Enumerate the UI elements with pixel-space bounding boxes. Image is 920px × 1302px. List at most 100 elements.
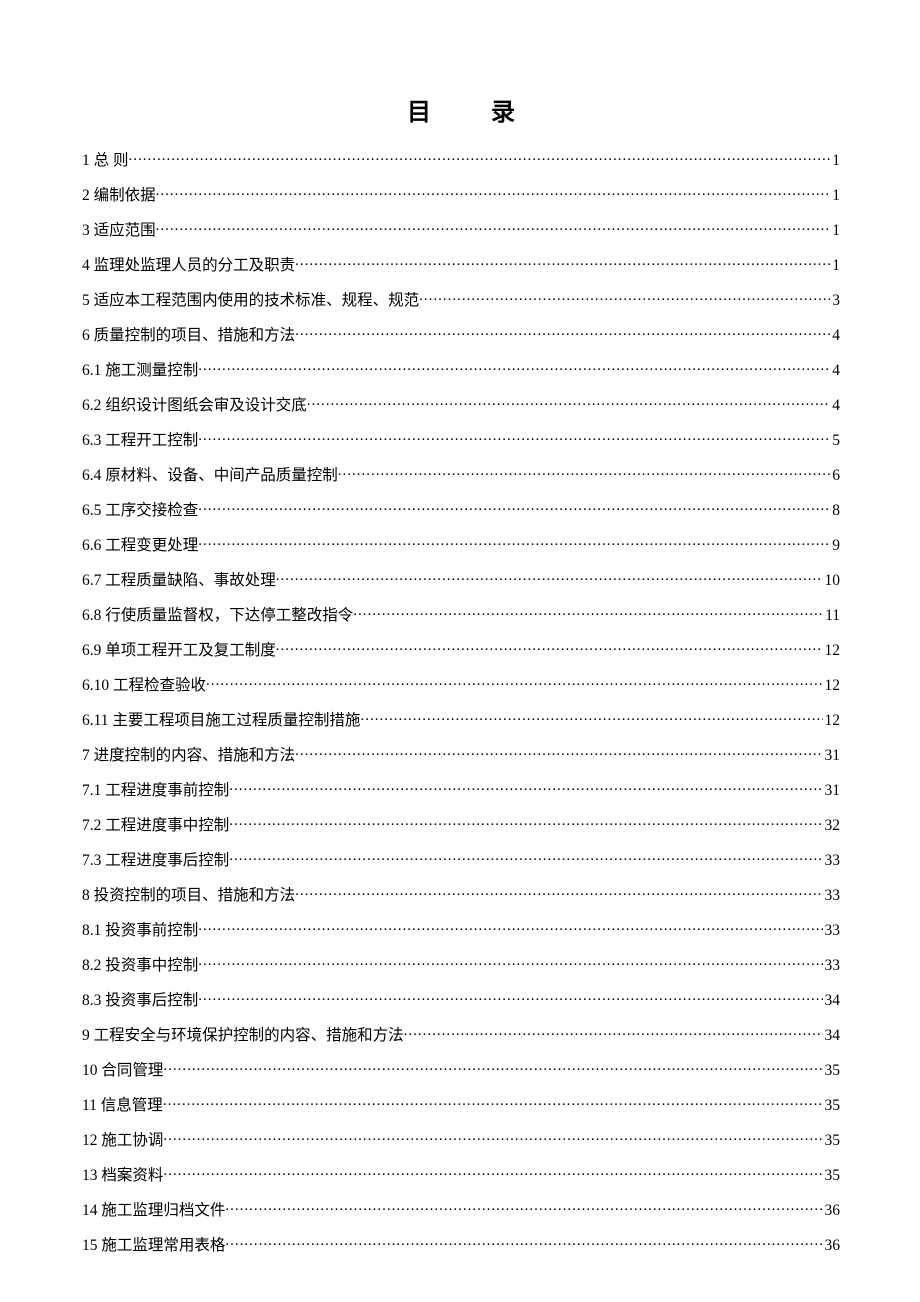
- toc-entry-page: 10: [823, 573, 841, 589]
- toc-entry: 9 工程安全与环境保护控制的内容、措施和方法34: [82, 1024, 840, 1043]
- toc-entry-label: 6.4 原材料、设备、中间产品质量控制: [82, 468, 338, 484]
- toc-dots: [163, 1094, 823, 1110]
- toc-entry-page: 35: [823, 1168, 841, 1184]
- toc-dots: [198, 954, 822, 970]
- toc-entry: 6.9 单项工程开工及复工制度 12: [82, 639, 840, 658]
- toc-entry: 6 质量控制的项目、措施和方法4: [82, 324, 840, 343]
- toc-entry-page: 33: [823, 888, 841, 904]
- toc-entry-label: 2 编制依据: [82, 188, 156, 204]
- toc-entry: 8 投资控制的项目、措施和方法 33: [82, 884, 840, 903]
- toc-entry: 6.5 工序交接检查 8: [82, 499, 840, 518]
- toc-entry-page: 1: [830, 188, 840, 204]
- toc-dots: [295, 884, 822, 900]
- toc-entry-page: 4: [830, 363, 840, 379]
- toc-dots: [360, 709, 822, 725]
- toc-entry: 6.1 施工测量控制 4: [82, 359, 840, 378]
- toc-entry: 6.7 工程质量缺陷、事故处理 10: [82, 569, 840, 588]
- toc-entry: 8.2 投资事中控制 33: [82, 954, 840, 973]
- document-page: 目录 1 总 则1 2 编制依据1 3 适应范围1 4 监理处监理人员的分工及职…: [0, 0, 920, 1253]
- toc-entry-label: 6.5 工序交接检查: [82, 503, 198, 519]
- toc-entry-label: 7.1 工程进度事前控制: [82, 783, 229, 799]
- toc-entry: 14 施工监理归档文件36: [82, 1199, 840, 1218]
- toc-entry-label: 15 施工监理常用表格: [82, 1238, 225, 1254]
- toc-entry-page: 32: [823, 818, 841, 834]
- toc-entry: 6.8 行使质量监督权，下达停工整改指令 11: [82, 604, 840, 623]
- toc-entry-page: 11: [823, 608, 840, 624]
- toc-entry-label: 6.7 工程质量缺陷、事故处理: [82, 573, 276, 589]
- toc-dots: [404, 1024, 823, 1040]
- toc-entry: 1 总 则1: [82, 149, 840, 168]
- toc-entry: 6.10 工程检查验收12: [82, 674, 840, 693]
- toc-dots: [229, 814, 822, 830]
- toc-entry-label: 14 施工监理归档文件: [82, 1203, 225, 1219]
- toc-entry-label: 11 信息管理: [82, 1098, 163, 1114]
- toc-entry-label: 13 档案资料: [82, 1168, 163, 1184]
- toc-dots: [156, 219, 831, 235]
- toc-entry: 2 编制依据 1: [82, 184, 840, 203]
- toc-entry-label: 8.1 投资事前控制: [82, 923, 198, 939]
- toc-entry-label: 7.2 工程进度事中控制: [82, 818, 229, 834]
- toc-dots: [163, 1059, 822, 1075]
- toc-entry: 6.4 原材料、设备、中间产品质量控制6: [82, 464, 840, 483]
- toc-entry: 5 适应本工程范围内使用的技术标准、规程、规范3: [82, 289, 840, 308]
- toc-entry-page: 8: [830, 503, 840, 519]
- toc-entry-page: 4: [830, 398, 840, 414]
- toc-entry: 3 适应范围1: [82, 219, 840, 238]
- toc-entry-label: 6 质量控制的项目、措施和方法: [82, 328, 295, 344]
- toc-dots: [276, 569, 823, 585]
- toc-title: 目录: [82, 92, 840, 127]
- toc-entry-page: 35: [823, 1133, 841, 1149]
- toc-entry: 7 进度控制的内容、措施和方法 31: [82, 744, 840, 763]
- toc-entry-page: 31: [823, 783, 841, 799]
- toc-entry-label: 7.3 工程进度事后控制: [82, 853, 229, 869]
- toc-dots: [198, 429, 830, 445]
- toc-dots: [198, 359, 830, 375]
- toc-dots: [307, 394, 830, 410]
- toc-entry: 6.11 主要工程项目施工过程质量控制措施12: [82, 709, 840, 728]
- toc-dots: [156, 184, 831, 200]
- toc-entry-label: 6.9 单项工程开工及复工制度: [82, 643, 276, 659]
- toc-entry: 6.6 工程变更处理9: [82, 534, 840, 553]
- toc-dots: [229, 849, 822, 865]
- toc-entry-page: 34: [823, 993, 841, 1009]
- toc-entry-label: 4 监理处监理人员的分工及职责: [82, 258, 295, 274]
- toc-entry: 7.2 工程进度事中控制 32: [82, 814, 840, 833]
- toc-entry-label: 3 适应范围: [82, 223, 156, 239]
- toc-entry: 6.3 工程开工控制 5: [82, 429, 840, 448]
- toc-dots: [206, 674, 822, 690]
- toc-entry-label: 5 适应本工程范围内使用的技术标准、规程、规范: [82, 293, 419, 309]
- toc-entry-page: 12: [823, 713, 841, 729]
- toc-entry-label: 6.8 行使质量监督权，下达停工整改指令: [82, 608, 353, 624]
- toc-entry-label: 8 投资控制的项目、措施和方法: [82, 888, 295, 904]
- toc-entry: 7.3 工程进度事后控制 33: [82, 849, 840, 868]
- toc-entry-page: 33: [823, 958, 841, 974]
- toc-entry-page: 5: [830, 433, 840, 449]
- toc-entry-page: 35: [823, 1063, 841, 1079]
- toc-entry-label: 10 合同管理: [82, 1063, 163, 1079]
- toc-dots: [198, 919, 822, 935]
- toc-entry-label: 6.2 组织设计图纸会审及设计交底: [82, 398, 307, 414]
- toc-entry-page: 31: [823, 748, 841, 764]
- toc-entry: 10 合同管理 35: [82, 1059, 840, 1078]
- toc-entry-page: 1: [830, 153, 840, 169]
- toc-dots: [198, 534, 830, 550]
- toc-entry-page: 33: [823, 853, 841, 869]
- toc-entry-page: 1: [830, 258, 840, 274]
- toc-list: 1 总 则1 2 编制依据1 3 适应范围1 4 监理处监理人员的分工及职责1 …: [82, 149, 840, 1253]
- toc-entry-label: 8.3 投资事后控制: [82, 993, 198, 1009]
- toc-entry: 12 施工协调35: [82, 1129, 840, 1148]
- toc-entry-page: 36: [823, 1238, 841, 1254]
- toc-entry-label: 6.1 施工测量控制: [82, 363, 198, 379]
- toc-dots: [295, 254, 830, 270]
- toc-entry: 15 施工监理常用表格 36: [82, 1234, 840, 1253]
- toc-entry: 8.3 投资事后控制 34: [82, 989, 840, 1008]
- toc-entry-page: 33: [823, 923, 841, 939]
- toc-dots: [129, 149, 831, 165]
- toc-entry: 11 信息管理35: [82, 1094, 840, 1113]
- toc-entry: 7.1 工程进度事前控制 31: [82, 779, 840, 798]
- toc-entry-label: 8.2 投资事中控制: [82, 958, 198, 974]
- toc-entry-label: 7 进度控制的内容、措施和方法: [82, 748, 295, 764]
- toc-entry-page: 12: [823, 678, 841, 694]
- toc-entry-page: 12: [823, 643, 841, 659]
- toc-entry-label: 6.3 工程开工控制: [82, 433, 198, 449]
